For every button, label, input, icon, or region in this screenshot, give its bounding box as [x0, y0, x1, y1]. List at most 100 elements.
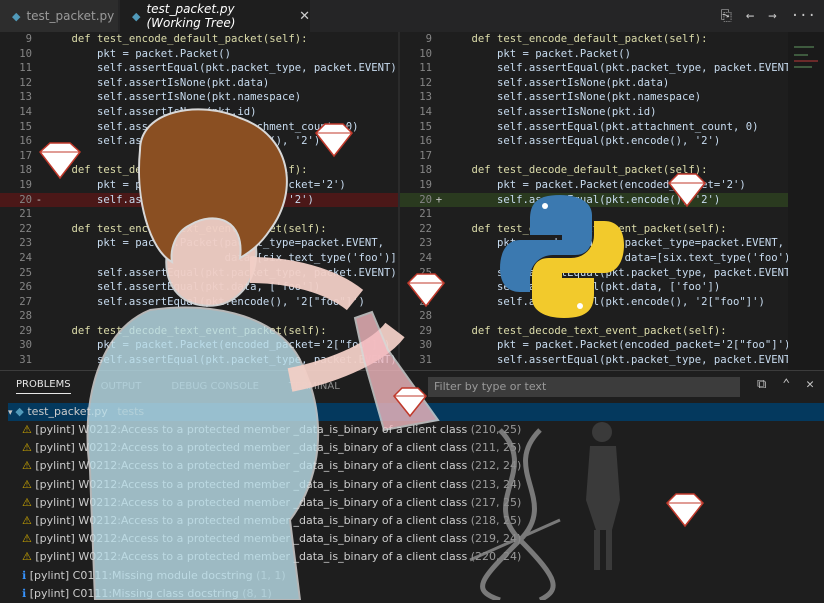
- line-number: 23: [419, 237, 432, 250]
- diff-editor-original[interactable]: 9 def test_encode_default_packet(self): 1…: [0, 32, 398, 370]
- code-line[interactable]: 15 self.assertEqual(pkt.attachment_count…: [400, 120, 788, 135]
- code-line[interactable]: 18 def test_decode_default_packet(self):: [0, 163, 398, 178]
- code-line[interactable]: 27 self.assertEqual(pkt.encode(), '2["fo…: [0, 295, 398, 310]
- code-line[interactable]: 12 self.assertIsNone(pkt.data): [0, 76, 398, 91]
- tab-debug-console[interactable]: DEBUG CONSOLE: [171, 381, 259, 392]
- code-text: self.assertEqual(pkt.encode(), '2'): [46, 135, 321, 148]
- code-text: def test_decode_text_event_packet(self):: [46, 324, 327, 337]
- code-line[interactable]: 10 pkt = packet.Packet(): [400, 47, 788, 62]
- code-text: self.assertIsNone(pkt.namespace): [46, 91, 302, 104]
- code-line[interactable]: 23 pkt = packet.Packet(packet_type=packe…: [0, 236, 398, 251]
- problems-file-row[interactable]: ▾ ◆ test_packet.py tests: [8, 403, 824, 421]
- code-line[interactable]: 25 self.assertEqual(pkt.packet_type, pac…: [0, 266, 398, 281]
- tab-test-packet-working-tree[interactable]: ◆ test_packet.py (Working Tree) ✕: [120, 0, 310, 32]
- code-line[interactable]: 16 self.assertEqual(pkt.encode(), '2'): [400, 134, 788, 149]
- tab-terminal[interactable]: TERMINAL: [289, 381, 340, 392]
- code-line[interactable]: 28: [0, 309, 398, 324]
- problem-position: (211, 25): [470, 441, 522, 455]
- code-line[interactable]: 26 self.assertEqual(pkt.data, ['foo']): [400, 280, 788, 295]
- previous-change-icon[interactable]: ←: [746, 8, 754, 24]
- line-number: 18: [19, 164, 32, 177]
- code-line[interactable]: 22 def test_encode_text_event_packet(sel…: [400, 222, 788, 237]
- code-line[interactable]: 9 def test_encode_default_packet(self):: [400, 32, 788, 47]
- code-line[interactable]: 31 self.assertEqual(pkt.packet_type, pac…: [400, 353, 788, 368]
- line-number: 22: [419, 222, 432, 235]
- code-line[interactable]: 24 data=[six.text_type('foo')]): [400, 251, 788, 266]
- code-line[interactable]: 11 self.assertEqual(pkt.packet_type, pac…: [400, 61, 788, 76]
- problem-row[interactable]: ℹ [pylint] C0111:Missing module docstrin…: [22, 567, 286, 585]
- problem-row[interactable]: ⚠ [pylint] W0212:Access to a protected m…: [22, 476, 521, 494]
- code-line[interactable]: 20 + self.assertEqual(pkt.encode(), '2'): [400, 192, 788, 208]
- code-text: self.assertEqual(pkt.packet_type, packet…: [446, 354, 788, 367]
- more-icon[interactable]: ···: [791, 8, 816, 24]
- code-line[interactable]: 10 pkt = packet.Packet(): [0, 47, 398, 62]
- collapse-all-icon[interactable]: ⧉: [757, 377, 766, 392]
- code-line[interactable]: 15 self.assertEqual(pkt.attachment_count…: [0, 120, 398, 135]
- code-line[interactable]: 13 self.assertIsNone(pkt.namespace): [400, 90, 788, 105]
- problem-row[interactable]: ⚠ [pylint] W0212:Access to a protected m…: [22, 530, 521, 548]
- warning-icon: ⚠: [22, 514, 32, 527]
- problem-row[interactable]: ⚠ [pylint] W0212:Access to a protected m…: [22, 439, 521, 457]
- problem-row[interactable]: ⚠ [pylint] W0212:Access to a protected m…: [22, 457, 521, 475]
- code-line[interactable]: 29 def test_decode_text_event_packet(sel…: [0, 324, 398, 339]
- close-panel-icon[interactable]: ✕: [806, 377, 814, 392]
- code-line[interactable]: 30 pkt = packet.Packet(encoded_packet='2…: [400, 338, 788, 353]
- file-label: test_packet.py: [27, 405, 108, 418]
- code-line[interactable]: 19 pkt = packet.Packet(encoded_packet='2…: [400, 178, 788, 193]
- code-line[interactable]: 13 self.assertIsNone(pkt.namespace): [0, 90, 398, 105]
- code-text: self.assertIsNone(pkt.id): [46, 105, 257, 118]
- code-text: self.assertIsNone(pkt.data): [46, 76, 270, 89]
- code-line[interactable]: 25 self.assertEqual(pkt.packet_type, pac…: [400, 266, 788, 281]
- code-line[interactable]: 26 self.assertEqual(pkt.data, ['foo']): [0, 280, 398, 295]
- problem-row[interactable]: ⚠ [pylint] W0212:Access to a protected m…: [22, 512, 521, 530]
- close-icon[interactable]: ✕: [299, 9, 310, 24]
- code-line[interactable]: 20- self.assertTrue(pkt.encode(), '2'): [0, 192, 398, 208]
- code-line[interactable]: 19 pkt = packet.Packet(encoded_packet='2…: [0, 178, 398, 193]
- open-changes-icon[interactable]: ⎘: [721, 8, 732, 24]
- line-number: 29: [19, 324, 32, 337]
- line-number: 17: [19, 149, 32, 162]
- line-number: 16: [419, 135, 432, 148]
- code-line[interactable]: 21: [400, 207, 788, 222]
- code-line[interactable]: 29 def test_decode_text_event_packet(sel…: [400, 324, 788, 339]
- problems-filter-input[interactable]: Filter by type or text: [428, 377, 740, 397]
- next-change-icon[interactable]: →: [768, 8, 776, 24]
- code-line[interactable]: 12 self.assertIsNone(pkt.data): [400, 76, 788, 91]
- tab-problems[interactable]: PROBLEMS: [16, 379, 71, 394]
- code-line[interactable]: 14 self.assertIsNone(pkt.id): [0, 105, 398, 120]
- code-line[interactable]: 27 self.assertEqual(pkt.encode(), '2["fo…: [400, 295, 788, 310]
- code-text: def test_encode_default_packet(self):: [46, 33, 308, 45]
- code-line[interactable]: 17: [0, 149, 398, 164]
- diff-marker: -: [35, 193, 43, 206]
- code-text: data=[six.text_type('foo')]): [446, 251, 788, 264]
- warning-icon: ⚠: [22, 495, 32, 509]
- code-line[interactable]: 17: [400, 149, 788, 164]
- minimap[interactable]: [788, 32, 824, 370]
- code-line[interactable]: 23 pkt = packet.Packet(packet_type=packe…: [400, 236, 788, 251]
- code-line[interactable]: 16 self.assertEqual(pkt.encode(), '2'): [0, 134, 398, 149]
- problem-row[interactable]: ⚠ [pylint] W0212:Access to a protected m…: [22, 421, 521, 439]
- problem-row[interactable]: ⚠ [pylint] W0212:Access to a protected m…: [22, 494, 521, 512]
- code-line[interactable]: 22 def test_encode_text_event_packet(sel…: [0, 222, 398, 237]
- code-text: pkt = packet.Packet(encoded_packet='2["f…: [46, 339, 391, 352]
- maximize-panel-icon[interactable]: ⌃: [782, 377, 790, 392]
- code-line[interactable]: 9 def test_encode_default_packet(self):: [0, 32, 398, 47]
- line-number: 23: [19, 237, 32, 250]
- code-line[interactable]: 24 data=[six.text_type('foo')]): [0, 251, 398, 266]
- code-line[interactable]: 18 def test_decode_default_packet(self):: [400, 163, 788, 178]
- code-line[interactable]: 31 self.assertEqual(pkt.packet_type, pac…: [0, 353, 398, 368]
- tab-label: test_packet.py (Working Tree): [146, 2, 236, 30]
- tab-output[interactable]: OUTPUT: [101, 381, 142, 392]
- diff-editor-modified[interactable]: 9 def test_encode_default_packet(self): 1…: [400, 32, 788, 370]
- line-number: 13: [419, 91, 432, 104]
- code-line[interactable]: 28: [400, 309, 788, 324]
- code-line[interactable]: 14 self.assertIsNone(pkt.id): [400, 105, 788, 120]
- problem-row[interactable]: ⚠ [pylint] W0212:Access to a protected m…: [22, 548, 521, 566]
- code-line[interactable]: 21: [0, 207, 398, 222]
- code-line[interactable]: 11 self.assertEqual(pkt.packet_type, pac…: [0, 61, 398, 76]
- code-line[interactable]: 30 pkt = packet.Packet(encoded_packet='2…: [0, 338, 398, 353]
- problem-row[interactable]: ℹ [pylint] C0111:Missing class docstring…: [22, 585, 272, 603]
- tab-test-packet[interactable]: ◆ test_packet.py: [0, 0, 118, 32]
- code-text: pkt = packet.Packet(encoded_packet='2'): [46, 178, 346, 191]
- problem-message: [pylint] W0212:Access to a protected mem…: [35, 495, 468, 509]
